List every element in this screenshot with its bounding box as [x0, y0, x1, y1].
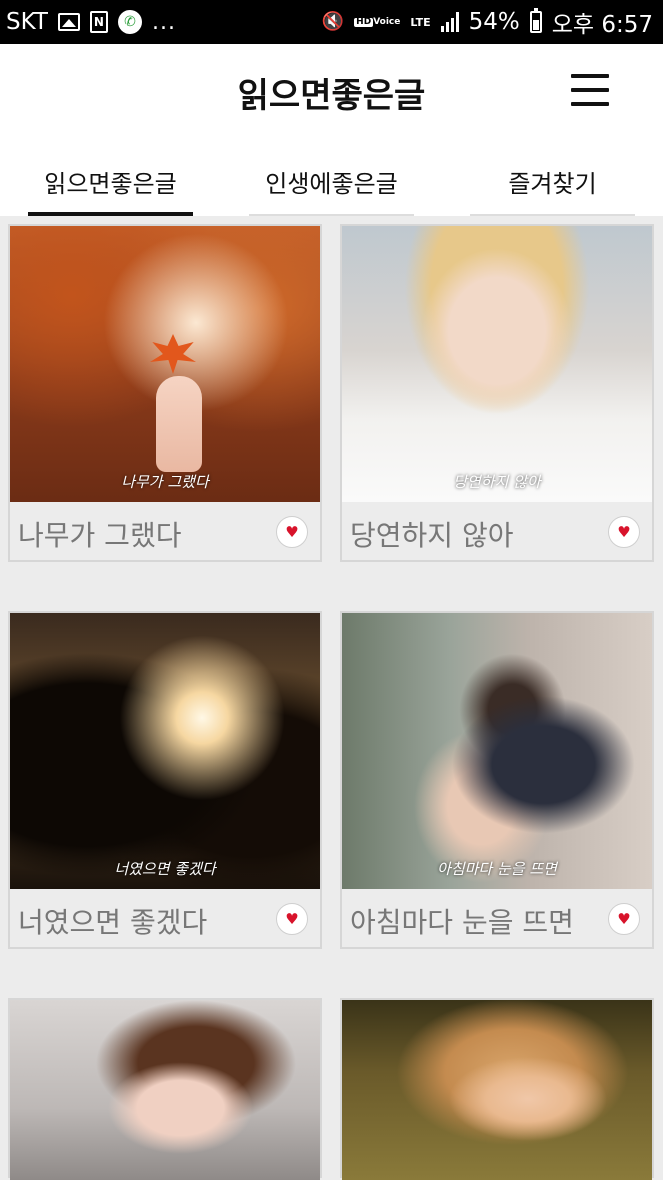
article-title: 나무가 그랬다	[18, 519, 182, 552]
page-title: 읽으면좋은글	[237, 76, 426, 116]
tab-label: 읽으면좋은글	[44, 170, 177, 198]
article-card[interactable]: 너였으면 좋겠다 너였으면 좋겠다 ♥	[8, 611, 322, 949]
hand-shape	[156, 376, 202, 472]
gallery-notification-icon	[57, 13, 80, 31]
article-image: 아침마다 눈을 뜨면	[342, 613, 652, 889]
article-image	[10, 1000, 320, 1180]
lte-icon: LTE	[410, 17, 430, 28]
battery-percent: 54%	[468, 9, 520, 35]
tab-read-good-writing[interactable]: 읽으면좋은글	[0, 160, 221, 216]
tab-favorites[interactable]: 즐겨찾기	[442, 160, 663, 216]
article-image: 나무가 그랬다	[10, 226, 320, 502]
more-notifications-icon: ...	[151, 9, 176, 35]
favorite-button[interactable]: ♥	[276, 903, 308, 935]
article-image: 너였으면 좋겠다	[10, 613, 320, 889]
tab-bar: 읽으면좋은글 인생에좋은글 즐겨찾기	[0, 160, 663, 216]
article-card[interactable]: 나무가 그랬다 나무가 그랬다 ♥	[8, 224, 322, 562]
heart-icon: ♥	[285, 910, 299, 928]
favorite-button[interactable]: ♥	[276, 516, 308, 548]
tab-indicator	[28, 212, 193, 216]
image-caption: 아침마다 눈을 뜨면	[437, 860, 557, 878]
article-card[interactable]	[8, 998, 322, 1180]
favorite-button[interactable]: ♥	[608, 516, 640, 548]
signal-icon	[440, 12, 459, 32]
article-image	[342, 1000, 652, 1180]
clock: 오후 6:57	[551, 12, 653, 38]
call-notification-icon: ✆	[117, 10, 142, 34]
status-bar: SKT N ✆ ... 🔇 HD Voice LTE 54% 오후 6:57	[0, 0, 663, 44]
tab-good-for-life[interactable]: 인생에좋은글	[221, 160, 442, 216]
tab-label: 즐겨찾기	[508, 170, 597, 198]
mute-icon: 🔇	[321, 11, 345, 32]
voice-label: Voice	[373, 16, 401, 27]
heart-icon: ♥	[617, 910, 631, 928]
tab-divider	[470, 214, 635, 216]
app-bar: 읽으면좋은글 읽으면좋은글 인생에좋은글 즐겨찾기	[0, 44, 663, 216]
menu-icon	[571, 74, 609, 78]
image-caption: 당연하지 않아	[453, 473, 541, 491]
tab-label: 인생에좋은글	[265, 170, 398, 198]
image-caption: 너였으면 좋겠다	[114, 860, 216, 878]
heart-icon: ♥	[285, 523, 299, 541]
article-card[interactable]: 아침마다 눈을 뜨면 아침마다 눈을 뜨면 ♥	[340, 611, 654, 949]
hd-label: HD	[354, 16, 374, 27]
hd-voice-icon: HD Voice	[354, 16, 401, 27]
article-image: 당연하지 않아	[342, 226, 652, 502]
article-title: 당연하지 않아	[350, 519, 514, 552]
article-card[interactable]: 당연하지 않아 당연하지 않아 ♥	[340, 224, 654, 562]
carrier-label: SKT	[6, 9, 48, 35]
maple-leaf-shape	[150, 334, 196, 374]
battery-icon	[529, 8, 542, 33]
lte-label: LTE	[410, 15, 431, 29]
menu-button[interactable]	[571, 74, 609, 106]
article-card[interactable]	[340, 998, 654, 1180]
article-title: 너였으면 좋겠다	[18, 906, 208, 939]
heart-icon: ♥	[617, 523, 631, 541]
naver-notification-icon: N	[89, 11, 108, 33]
tab-divider	[249, 214, 414, 216]
image-caption: 나무가 그랬다	[121, 473, 209, 491]
favorite-button[interactable]: ♥	[608, 903, 640, 935]
article-title: 아침마다 눈을 뜨면	[350, 906, 574, 939]
